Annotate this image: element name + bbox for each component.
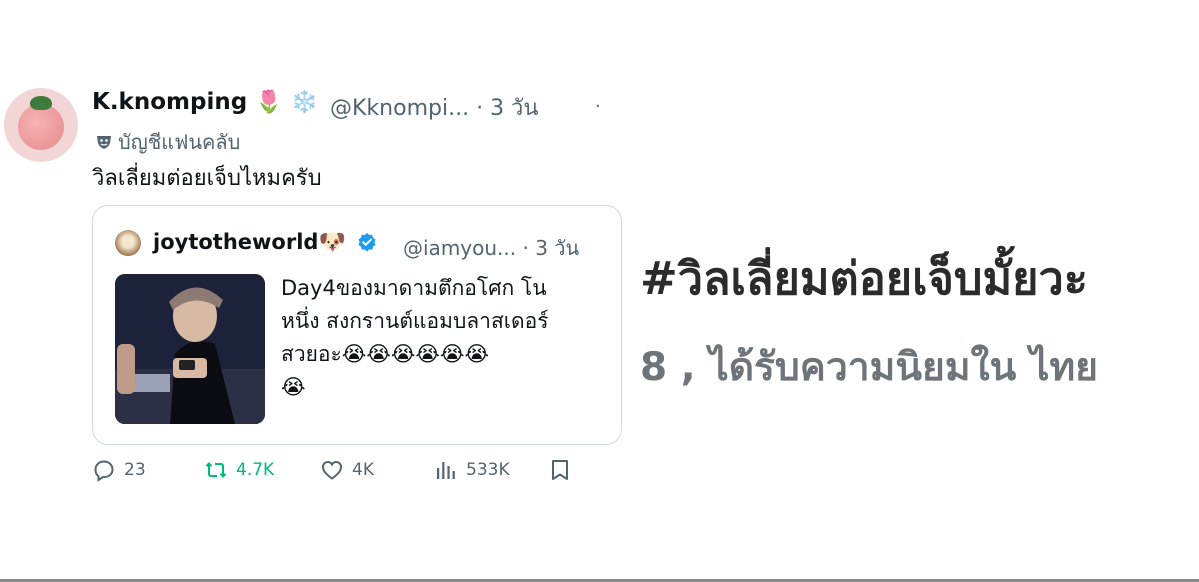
- quoted-display-name[interactable]: joytotheworld🐶: [153, 230, 377, 255]
- retweet-button[interactable]: 4.7K: [204, 458, 274, 482]
- quoted-post-time: 3 วัน: [535, 236, 580, 260]
- tulip-emoji: 🌷: [255, 90, 283, 115]
- quoted-handle: @iamyou...: [403, 236, 517, 260]
- bookmark-icon: [552, 460, 568, 480]
- quoted-tweet-text: Day4ของมาดามตึกอโศก โน หนึ่ง สงกรานต์แอม…: [281, 276, 549, 399]
- snowflake-emoji: ❄️: [290, 90, 319, 115]
- tweet-actions: 23 4.7K 4K 533K: [92, 458, 582, 492]
- like-button[interactable]: 4K: [320, 458, 374, 482]
- tweet-text: วิลเลี่ยมต่อยเจ็บไหมครับ: [92, 166, 322, 191]
- dog-emoji: 🐶: [318, 230, 346, 255]
- separator-dot: ·: [522, 236, 529, 260]
- retweet-icon: [205, 462, 227, 478]
- concert-photo-image: [115, 274, 265, 424]
- quoted-avatar[interactable]: [115, 230, 141, 256]
- display-name[interactable]: K.knomping 🌷 ❄️: [92, 89, 318, 115]
- separator-dot: ·: [476, 96, 484, 121]
- theater-mask-icon: [97, 136, 111, 149]
- quoted-handle-and-time[interactable]: @iamyou... · 3 วัน: [403, 232, 579, 264]
- reply-button[interactable]: 23: [92, 458, 146, 482]
- user-handle: @Kknompi...: [330, 96, 470, 121]
- heart-icon: [321, 460, 343, 480]
- quoted-media-image[interactable]: [115, 274, 265, 424]
- fan-account-label: บัญชีแฟนคลับ: [96, 126, 240, 158]
- quoted-tweet[interactable]: joytotheworld🐶 @iamyou... · 3 วัน Day4ขอ…: [92, 205, 622, 445]
- trending-hashtag[interactable]: #วิลเลี่ยมต่อยเจ็บมั้ยวะ: [640, 242, 1088, 314]
- bar-chart-icon: [437, 462, 455, 479]
- handle-and-time[interactable]: @Kknompi... · 3 วัน: [330, 90, 538, 125]
- views-button[interactable]: 533K: [434, 458, 510, 482]
- verified-badge-icon: [358, 233, 376, 252]
- avatar[interactable]: [4, 88, 78, 162]
- trending-rank-label: 8 , ได้รับความนิยมใน ไทย: [640, 345, 1099, 390]
- bookmark-button[interactable]: [548, 458, 572, 482]
- more-options-icon[interactable]: ·: [595, 96, 601, 117]
- reply-icon: [94, 460, 114, 482]
- avatar-leaf-image: [30, 96, 52, 110]
- post-time: 3 วัน: [490, 96, 539, 121]
- avatar-peach-image: [18, 104, 64, 150]
